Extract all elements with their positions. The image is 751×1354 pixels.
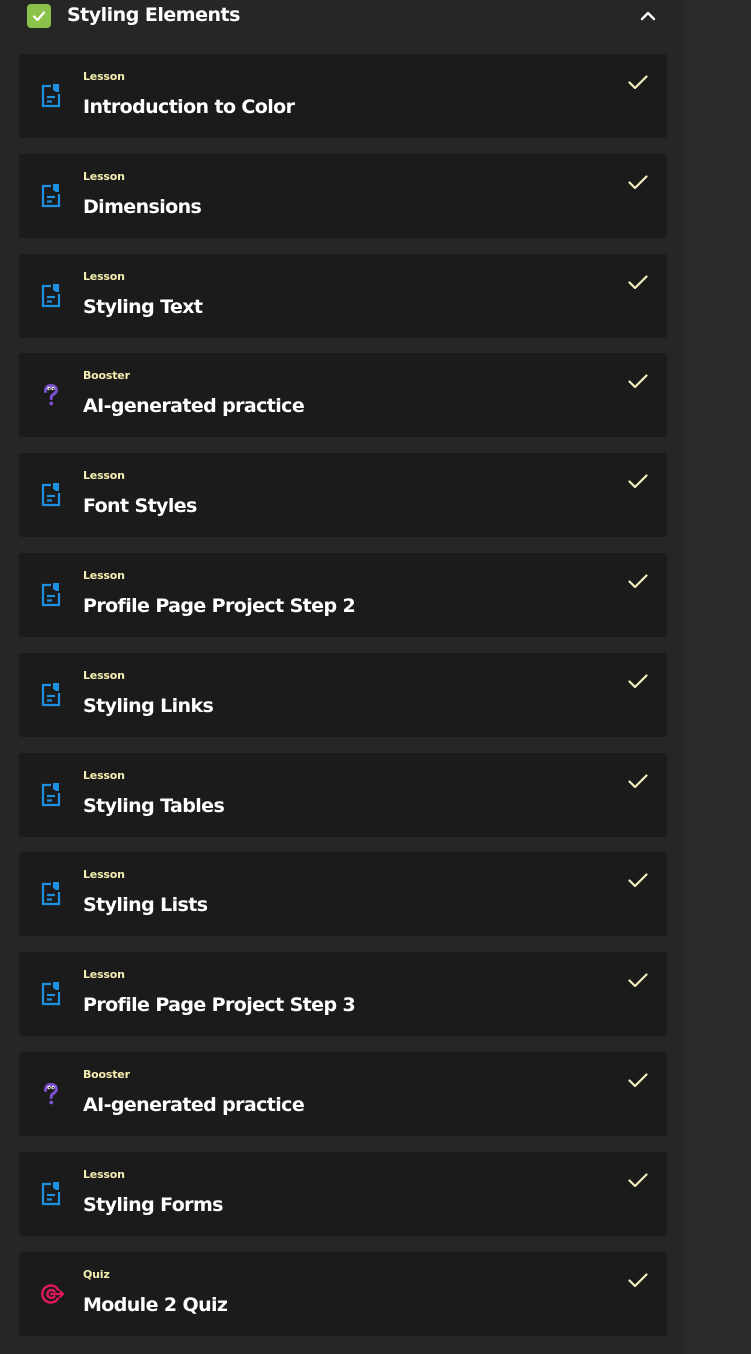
lesson-icon <box>39 582 63 608</box>
item-type-label: Lesson <box>83 968 125 982</box>
item-title: Dimensions <box>83 195 202 218</box>
item-type-label: Lesson <box>83 1167 125 1181</box>
check-icon <box>626 669 650 693</box>
lesson-list: Lesson Introduction to Color Lesson Dime… <box>19 54 667 1351</box>
lesson-icon <box>39 682 63 708</box>
item-title: Module 2 Quiz <box>83 1293 228 1316</box>
item-type-label: Quiz <box>83 1267 110 1281</box>
check-icon <box>626 1068 650 1092</box>
item-title: Profile Page Project Step 3 <box>83 994 356 1017</box>
lesson-icon <box>39 183 63 209</box>
check-icon <box>626 1268 650 1292</box>
item-title: Introduction to Color <box>83 96 295 118</box>
list-item-3[interactable]: Lesson Styling Text <box>19 253 667 338</box>
check-icon <box>32 11 46 22</box>
lesson-icon <box>39 1181 63 1207</box>
list-item-5[interactable]: Lesson Font Styles <box>19 453 667 538</box>
check-icon <box>626 1168 650 1192</box>
item-title: Styling Tables <box>83 794 225 817</box>
booster-icon <box>39 1081 63 1107</box>
module-complete-checkbox <box>27 4 51 28</box>
lesson-icon <box>39 83 63 109</box>
check-icon <box>626 70 650 94</box>
module-header[interactable]: Styling Elements <box>0 0 683 36</box>
item-title: AI-generated practice <box>83 395 305 418</box>
collapse-button[interactable] <box>636 4 660 28</box>
item-type-label: Lesson <box>83 768 125 782</box>
list-item-9[interactable]: Lesson Styling Lists <box>19 852 667 937</box>
item-type-label: Lesson <box>83 269 125 283</box>
item-type-label: Booster <box>83 369 130 383</box>
list-item-7[interactable]: Lesson Styling Links <box>19 652 667 737</box>
item-type-label: Lesson <box>83 169 125 183</box>
item-type-label: Lesson <box>83 568 125 582</box>
lesson-icon <box>39 881 63 907</box>
lesson-icon <box>39 283 63 309</box>
item-type-label: Lesson <box>83 70 125 83</box>
booster-icon <box>39 382 63 408</box>
list-item-11[interactable]: Booster AI-generated practice <box>19 1051 667 1136</box>
item-title: Profile Page Project Step 2 <box>83 594 356 617</box>
check-icon <box>626 469 650 493</box>
check-icon <box>626 369 650 393</box>
check-icon <box>626 270 650 294</box>
right-gutter <box>683 0 751 1354</box>
item-title: AI-generated practice <box>83 1093 305 1116</box>
module-panel: Styling Elements Lesson Introduction to … <box>0 0 683 1354</box>
list-item-6[interactable]: Lesson Profile Page Project Step 2 <box>19 552 667 637</box>
item-title: Font Styles <box>83 495 197 518</box>
check-icon <box>626 769 650 793</box>
lesson-icon <box>39 782 63 808</box>
item-title: Styling Forms <box>83 1193 223 1216</box>
item-title: Styling Links <box>83 694 214 717</box>
check-icon <box>626 170 650 194</box>
list-item-4[interactable]: Booster AI-generated practice <box>19 353 667 438</box>
item-type-label: Booster <box>83 1067 130 1081</box>
chevron-up-icon <box>640 11 656 21</box>
quiz-icon <box>39 1281 65 1307</box>
check-icon <box>626 868 650 892</box>
item-type-label: Lesson <box>83 668 125 682</box>
item-type-label: Lesson <box>83 469 125 483</box>
item-type-label: Lesson <box>83 868 125 882</box>
list-item-8[interactable]: Lesson Styling Tables <box>19 752 667 837</box>
item-title: Styling Text <box>83 295 203 318</box>
check-icon <box>626 569 650 593</box>
module-title: Styling Elements <box>67 4 240 26</box>
list-item-12[interactable]: Lesson Styling Forms <box>19 1151 667 1236</box>
lesson-icon <box>39 981 63 1007</box>
list-item-13[interactable]: Quiz Module 2 Quiz <box>19 1251 667 1336</box>
check-icon <box>626 968 650 992</box>
list-item-2[interactable]: Lesson Dimensions <box>19 153 667 238</box>
item-title: Styling Lists <box>83 894 208 917</box>
lesson-icon <box>39 482 63 508</box>
list-item-1[interactable]: Lesson Introduction to Color <box>19 54 667 138</box>
list-item-10[interactable]: Lesson Profile Page Project Step 3 <box>19 952 667 1037</box>
